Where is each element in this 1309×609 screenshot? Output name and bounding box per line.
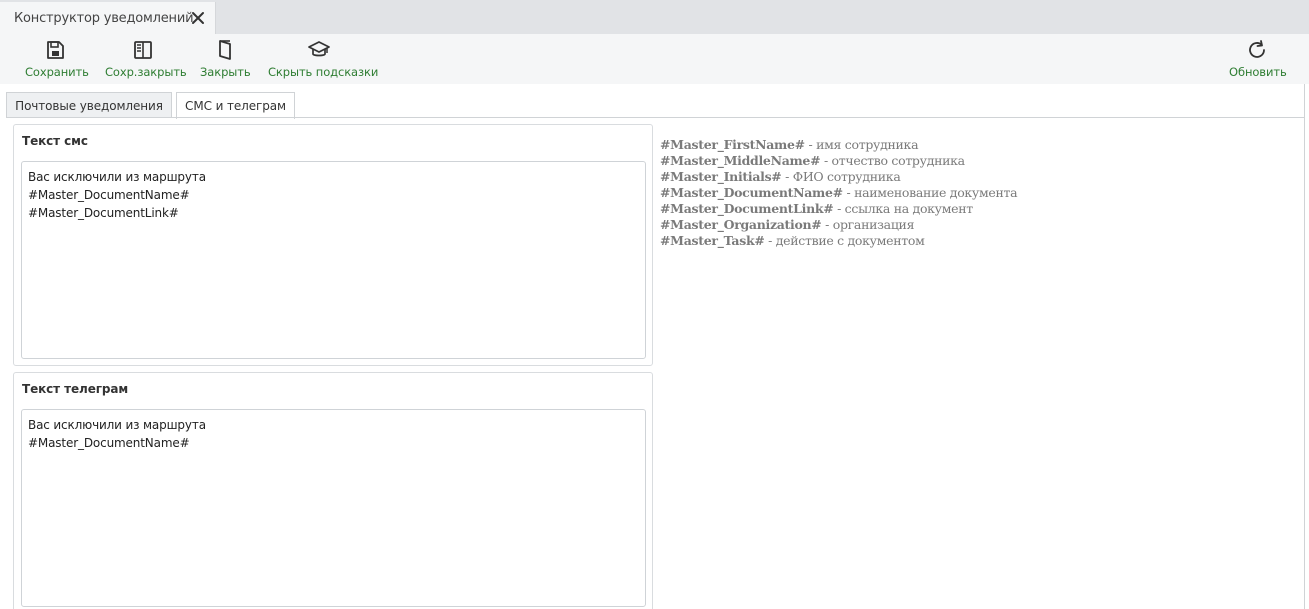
- hint-line: #Master_Initials# - ФИО сотрудника: [660, 169, 1017, 185]
- sms-title: Текст смс: [22, 134, 88, 148]
- save-close-icon: [134, 41, 152, 59]
- hint-description: - действие с документом: [764, 233, 925, 248]
- hint-code: #Master_Initials#: [660, 169, 782, 184]
- placeholder-hints: #Master_FirstName# - имя сотрудника #Mas…: [660, 137, 1018, 249]
- hint-description: - организация: [821, 217, 915, 232]
- close-icon[interactable]: [190, 10, 206, 26]
- document-tab-title: Конструктор уведомлений: [14, 10, 194, 26]
- hint-line: #Master_DocumentLink# - ссылка на докуме…: [660, 201, 1017, 217]
- hint-code: #Master_Task#: [660, 233, 765, 248]
- hide-hints-label: Скрыть подсказки: [268, 65, 379, 79]
- graduation-cap-icon: [308, 41, 330, 57]
- sms-text-area[interactable]: Вас исключили из маршрута #Master_Docume…: [21, 161, 646, 359]
- refresh-button[interactable]: Обновить: [1229, 39, 1287, 81]
- refresh-label: Обновить: [1229, 65, 1287, 79]
- door-icon: [218, 40, 231, 60]
- hint-code: #Master_FirstName#: [660, 137, 805, 152]
- document-tab[interactable]: Конструктор уведомлений: [0, 2, 216, 34]
- save-label: Сохранить: [25, 65, 89, 79]
- hint-code: #Master_DocumentLink#: [660, 201, 834, 216]
- hint-description: - отчество сотрудника: [820, 153, 965, 168]
- refresh-icon: [1249, 40, 1265, 58]
- document-tab-bar: Конструктор уведомлений: [0, 0, 1309, 34]
- tab-sms-telegram[interactable]: СМС и телеграм: [176, 92, 295, 119]
- telegram-panel: Текст телеграм Вас исключили из маршрута…: [13, 372, 653, 609]
- close-label: Закрыть: [200, 65, 251, 79]
- toolbar: Сохранить Сохр.закрыть Закрыть Скрыть по…: [0, 34, 1309, 84]
- hint-description: - ссылка на документ: [833, 201, 973, 216]
- telegram-text-area[interactable]: Вас исключили из маршрута #Master_Docume…: [21, 409, 646, 607]
- hint-code: #Master_Organization#: [660, 217, 822, 232]
- hint-line: #Master_DocumentName# - наименование док…: [660, 185, 1018, 201]
- save-icon: [47, 41, 64, 59]
- sms-panel: Текст смс Вас исключили из маршрута #Mas…: [13, 124, 653, 366]
- hint-line: #Master_MiddleName# - отчество сотрудник…: [660, 153, 1017, 169]
- close-button[interactable]: Закрыть: [200, 39, 251, 81]
- hide-hints-button[interactable]: Скрыть подсказки: [268, 39, 379, 81]
- save-close-label: Сохр.закрыть: [105, 65, 187, 79]
- hint-code: #Master_MiddleName#: [660, 153, 821, 168]
- telegram-title: Текст телеграм: [22, 382, 129, 396]
- hint-code: #Master_DocumentName#: [660, 185, 843, 200]
- hint-line: #Master_Organization# - организация: [660, 217, 1017, 233]
- save-button[interactable]: Сохранить: [25, 39, 89, 81]
- tab-content-divider: [6, 117, 1305, 118]
- hint-line: #Master_Task# - действие с документом: [660, 233, 1017, 249]
- tab-sms-telegram-label: СМС и телеграм: [185, 99, 286, 113]
- tab-mail-notifications-label: Почтовые уведомления: [15, 98, 163, 113]
- hint-description: - ФИО сотрудника: [781, 169, 901, 184]
- hint-description: - наименование документа: [842, 185, 1018, 200]
- tab-mail-notifications[interactable]: Почтовые уведомления: [6, 92, 172, 118]
- hint-line: #Master_FirstName# - имя сотрудника: [660, 137, 1017, 153]
- content-frame-border: [1304, 84, 1305, 609]
- save-close-button[interactable]: Сохр.закрыть: [105, 39, 187, 81]
- hint-description: - имя сотрудника: [804, 137, 919, 152]
